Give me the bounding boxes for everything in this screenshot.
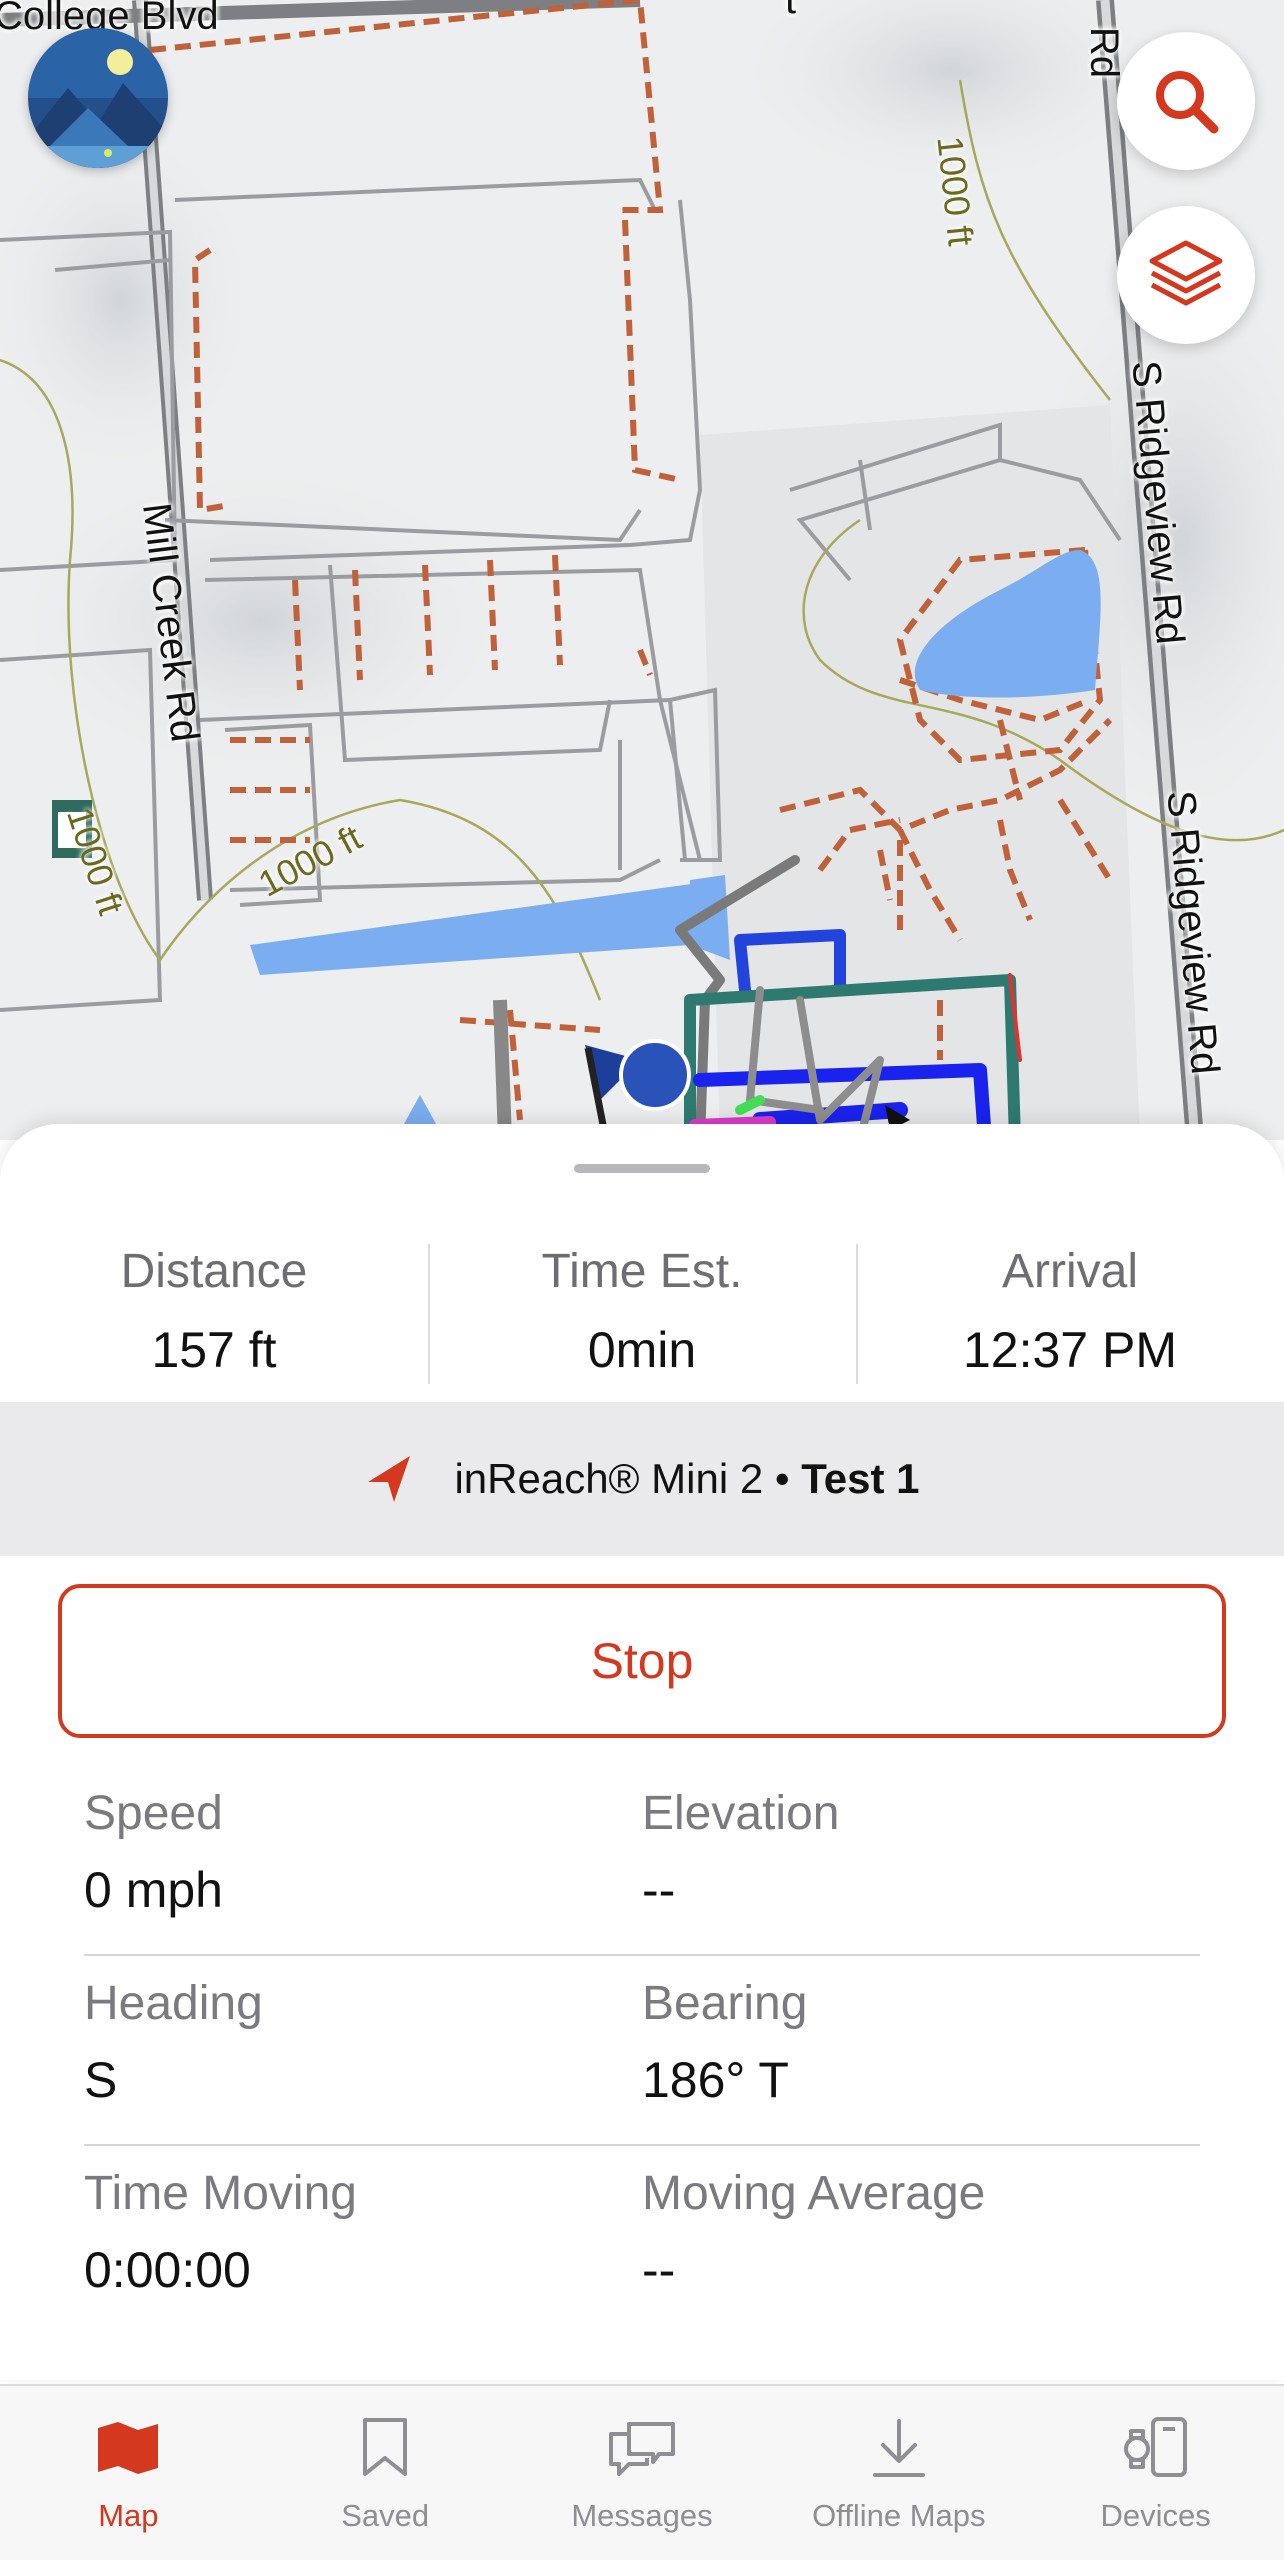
map-icon — [98, 2422, 159, 2474]
metric-label: Heading — [84, 1977, 263, 2030]
tab-label: Offline Maps — [812, 2498, 986, 2533]
layers-icon — [1149, 240, 1223, 306]
route-summary: Distance 157 ft Time Est. 0min Arrival 1… — [0, 1232, 1284, 1412]
map-view[interactable]: College Blvd t Rd Mill Creek Rd S Ridgev… — [0, 0, 1284, 1140]
download-icon — [872, 2419, 925, 2477]
stop-button[interactable]: Stop — [58, 1584, 1226, 1738]
metric-value: S — [84, 2052, 118, 2108]
metrics-row: Speed 0 mph Elevation -- — [84, 1766, 1200, 1956]
bookmark-icon — [363, 2418, 408, 2476]
speed-metric: Speed 0 mph — [84, 1766, 642, 1954]
arrival-stat: Arrival 12:37 PM — [856, 1232, 1284, 1412]
distance-value: 157 ft — [151, 1322, 277, 1378]
metrics-row: Time Moving 0:00:00 Moving Average -- — [84, 2146, 1200, 2336]
tab-label: Saved — [341, 2498, 430, 2533]
time-estimate-label: Time Est. — [541, 1245, 743, 1298]
metric-label: Moving Average — [642, 2167, 986, 2220]
tab-label: Devices — [1100, 2498, 1211, 2533]
time-estimate-stat: Time Est. 0min — [428, 1232, 856, 1412]
tab-map[interactable]: Map — [0, 2386, 257, 2560]
tab-saved[interactable]: Saved — [257, 2386, 514, 2560]
metric-value: -- — [642, 2242, 676, 2298]
road-label-top-fragment: t — [785, 0, 797, 22]
device-name: inReach® Mini 2 — [454, 1455, 764, 1502]
metric-label: Time Moving — [84, 2167, 357, 2220]
elevation-metric: Elevation -- — [642, 1766, 1200, 1954]
tab-devices[interactable]: Devices — [1027, 2386, 1284, 2560]
profile-avatar[interactable] — [28, 28, 168, 168]
road-label-top-right-fragment: Rd — [1082, 26, 1127, 79]
metric-label: Elevation — [642, 1787, 840, 1840]
device-activity-bar[interactable]: inReach® Mini 2 • Test 1 — [0, 1402, 1284, 1556]
navigation-sheet: Distance 157 ft Time Est. 0min Arrival 1… — [0, 1124, 1284, 2380]
map-canvas — [0, 0, 1284, 1140]
metric-value: 0:00:00 — [84, 2242, 251, 2298]
metrics-grid: Speed 0 mph Elevation -- Heading S Beari… — [84, 1766, 1200, 2336]
activity-name: Test 1 — [801, 1455, 920, 1502]
device-separator: • — [763, 1455, 802, 1502]
metric-value: 0 mph — [84, 1862, 223, 1918]
tab-label: Messages — [571, 2498, 713, 2533]
tab-offline-maps[interactable]: Offline Maps — [770, 2386, 1027, 2560]
metric-value: 186° T — [642, 2052, 789, 2108]
tab-label: Map — [98, 2498, 159, 2533]
navigation-arrow-icon — [368, 1456, 411, 1502]
metric-label: Speed — [84, 1787, 223, 1840]
arrival-value: 12:37 PM — [962, 1322, 1177, 1378]
distance-stat: Distance 157 ft — [0, 1232, 428, 1412]
time-moving-metric: Time Moving 0:00:00 — [84, 2146, 642, 2336]
messages-icon — [608, 2422, 675, 2476]
metric-value: -- — [642, 1862, 676, 1918]
map-search-button[interactable] — [1117, 32, 1255, 170]
metric-label: Bearing — [642, 1977, 808, 2030]
moving-average-metric: Moving Average -- — [642, 2146, 1200, 2336]
heading-metric: Heading S — [84, 1956, 642, 2144]
search-icon — [1156, 71, 1219, 134]
bearing-metric: Bearing 186° T — [642, 1956, 1200, 2144]
arrival-label: Arrival — [1001, 1245, 1138, 1298]
devices-icon — [1123, 2417, 1187, 2477]
sheet-grabber[interactable] — [574, 1164, 710, 1173]
distance-label: Distance — [120, 1245, 308, 1298]
map-layers-button[interactable] — [1117, 206, 1255, 344]
tab-bar: Map Saved Messages Offline Maps Devices — [0, 2384, 1284, 2560]
time-estimate-value: 0min — [587, 1322, 697, 1378]
tab-messages[interactable]: Messages — [514, 2386, 771, 2560]
avatar-image — [28, 28, 168, 168]
metrics-row: Heading S Bearing 186° T — [84, 1956, 1200, 2146]
